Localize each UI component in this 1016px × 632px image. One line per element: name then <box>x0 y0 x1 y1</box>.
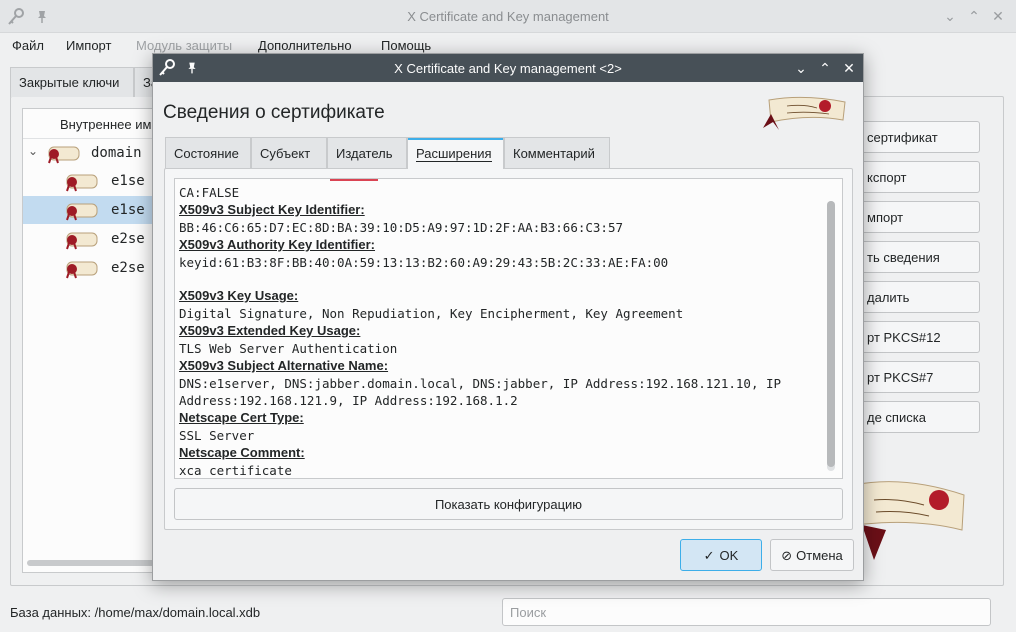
tab-private-keys[interactable]: Закрытые ключи <box>10 67 134 97</box>
tab-issuer[interactable]: Издатель <box>327 137 407 168</box>
delete-button[interactable]: далить <box>846 281 980 313</box>
extensions-text-view[interactable]: CA:FALSE X509v3 Subject Key Identifier: … <box>174 178 843 479</box>
maximize-icon[interactable]: ⌃ <box>964 6 984 26</box>
search-input[interactable]: Поиск <box>502 598 991 626</box>
dialog-heading: Сведения о сертификате <box>163 102 385 123</box>
ok-button[interactable]: ✓ OK <box>680 539 762 571</box>
netscape-comment-header: Netscape Comment: <box>179 445 305 460</box>
certificate-icon <box>66 232 98 250</box>
ok-label: OK <box>719 548 739 563</box>
tree-row[interactable]: e2se <box>23 254 161 282</box>
new-certificate-button[interactable]: сертификат <box>846 121 980 153</box>
tab-extensions[interactable]: Расширения <box>407 137 504 169</box>
key-usage-value: Digital Signature, Non Repudiation, Key … <box>179 306 684 321</box>
tree-label: e2se <box>111 231 145 247</box>
tab-status[interactable]: Состояние <box>165 137 251 168</box>
tab-extensions-label: Расширения <box>416 146 492 162</box>
basic-constraints-value: CA:FALSE <box>179 185 240 200</box>
show-details-button[interactable]: ть сведения <box>846 241 980 273</box>
import-pkcs7-button[interactable]: рт PKCS#7 <box>846 361 980 393</box>
minimize-icon[interactable]: ⌄ <box>940 6 960 26</box>
minimize-icon[interactable]: ⌄ <box>791 58 811 78</box>
tree-label: e1se <box>111 173 145 189</box>
expand-arrow-icon[interactable]: ⌄ <box>28 144 38 158</box>
dialog-title: X Certificate and Key management <2> <box>394 61 622 76</box>
tree-row[interactable]: e1se <box>23 167 161 195</box>
tree-row[interactable]: e2se <box>23 225 161 253</box>
san-header: X509v3 Subject Alternative Name: <box>179 358 389 373</box>
menu-extra[interactable]: Дополнительно <box>258 38 352 53</box>
export-button[interactable]: кспорт <box>846 161 980 193</box>
ski-header: X509v3 Subject Key Identifier: <box>179 202 365 217</box>
extended-key-usage-header: X509v3 Extended Key Usage: <box>179 323 361 338</box>
check-icon: ✓ <box>703 548 715 563</box>
database-path-label: База данных: /home/max/domain.local.xdb <box>10 605 261 620</box>
maximize-icon[interactable]: ⌃ <box>815 58 835 78</box>
import-button[interactable]: мпорт <box>846 201 980 233</box>
tree-label: e2se <box>111 260 145 276</box>
netscape-comment-value: xca certificate <box>179 463 292 478</box>
certificate-icon <box>66 203 98 221</box>
certificate-icon <box>48 146 80 164</box>
menu-help[interactable]: Помощь <box>381 38 431 53</box>
ski-value: BB:46:C6:65:D7:EC:8D:BA:39:10:D5:A9:97:1… <box>179 220 624 235</box>
dialog-titlebar: X Certificate and Key management <2> ⌄ ⌃… <box>153 54 863 82</box>
tab-subject[interactable]: Субъект <box>251 137 327 168</box>
vertical-scrollbar[interactable] <box>827 201 835 471</box>
san-value: DNS:e1server, DNS:jabber.domain.local, D… <box>179 376 789 408</box>
certificate-details-dialog: X Certificate and Key management <2> ⌄ ⌃… <box>152 53 864 581</box>
cancel-button[interactable]: ⊘ Отмена <box>770 539 854 571</box>
extended-key-usage-value: TLS Web Server Authentication <box>179 341 398 356</box>
show-config-button[interactable]: Показать конфигурацию <box>174 488 843 520</box>
cancel-label: Отмена <box>796 548 843 563</box>
cancel-icon: ⊘ <box>781 548 793 563</box>
menu-import[interactable]: Импорт <box>66 38 111 53</box>
certificate-icon <box>66 174 98 192</box>
tree-label: e1se <box>111 202 145 218</box>
certificate-tree[interactable]: Внутреннее им ⌄ domain e1se e1se e2se e2… <box>22 108 162 573</box>
main-titlebar: X Certificate and Key management ⌄ ⌃ ✕ <box>0 0 1016 33</box>
tab-comment[interactable]: Комментарий <box>504 137 610 168</box>
aki-header: X509v3 Authority Key Identifier: <box>179 237 376 252</box>
menu-file[interactable]: Файл <box>12 38 44 53</box>
scrollbar-thumb[interactable] <box>827 201 835 467</box>
netscape-cert-type-header: Netscape Cert Type: <box>179 410 304 425</box>
certificate-icon <box>66 261 98 279</box>
close-icon[interactable]: ✕ <box>839 58 859 78</box>
aki-value: keyid:61:B3:8F:BB:40:0A:59:13:13:B2:60:A… <box>179 255 669 270</box>
list-view-button[interactable]: де списка <box>846 401 980 433</box>
netscape-cert-type-value: SSL Server <box>179 428 255 443</box>
import-pkcs12-button[interactable]: рт PKCS#12 <box>846 321 980 353</box>
tree-row-selected[interactable]: e1se <box>23 196 161 224</box>
tree-column-header[interactable]: Внутреннее им <box>23 109 161 139</box>
text-overflow-marker <box>330 179 378 181</box>
menu-security-module[interactable]: Модуль защиты <box>136 38 232 53</box>
key-usage-header: X509v3 Key Usage: <box>179 288 299 303</box>
close-icon[interactable]: ✕ <box>988 6 1008 26</box>
certificate-logo-icon <box>763 96 846 130</box>
tree-label: domain <box>91 145 142 161</box>
tree-horizontal-scrollbar[interactable] <box>27 560 157 566</box>
tree-row-root[interactable]: ⌄ domain <box>23 139 161 167</box>
window-title: X Certificate and Key management <box>407 9 609 24</box>
